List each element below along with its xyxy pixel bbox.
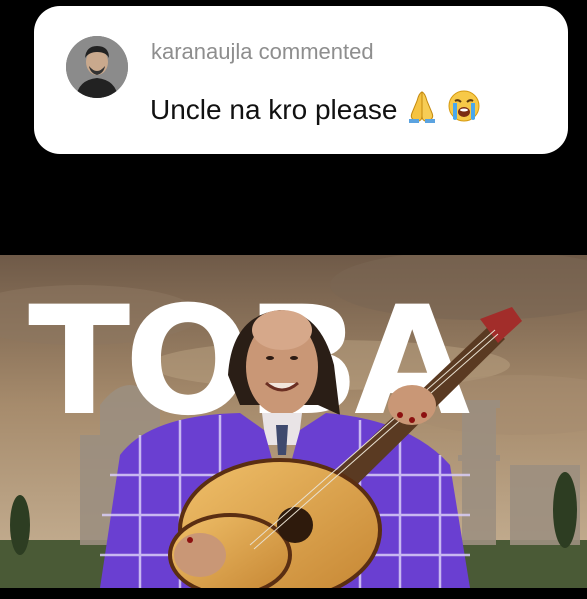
comment-body: Uncle na kro please bbox=[150, 89, 481, 130]
comment-reply-sticker[interactable]: karanaujla commented Uncle na kro please bbox=[34, 6, 568, 154]
loudly-crying-face-icon bbox=[447, 89, 481, 130]
comment-text: Uncle na kro please bbox=[150, 93, 398, 125]
user-photo bbox=[66, 36, 128, 98]
comment-header: karanaujla commented bbox=[151, 39, 374, 65]
bottom-black-strip bbox=[0, 588, 587, 599]
strumming-hand bbox=[174, 533, 226, 577]
video-frame[interactable]: TOBA bbox=[0, 255, 587, 588]
comment-username[interactable]: karanaujla bbox=[151, 39, 253, 64]
folded-hands-icon bbox=[405, 89, 439, 130]
comment-action: commented bbox=[258, 39, 374, 64]
avatar[interactable] bbox=[66, 36, 128, 98]
